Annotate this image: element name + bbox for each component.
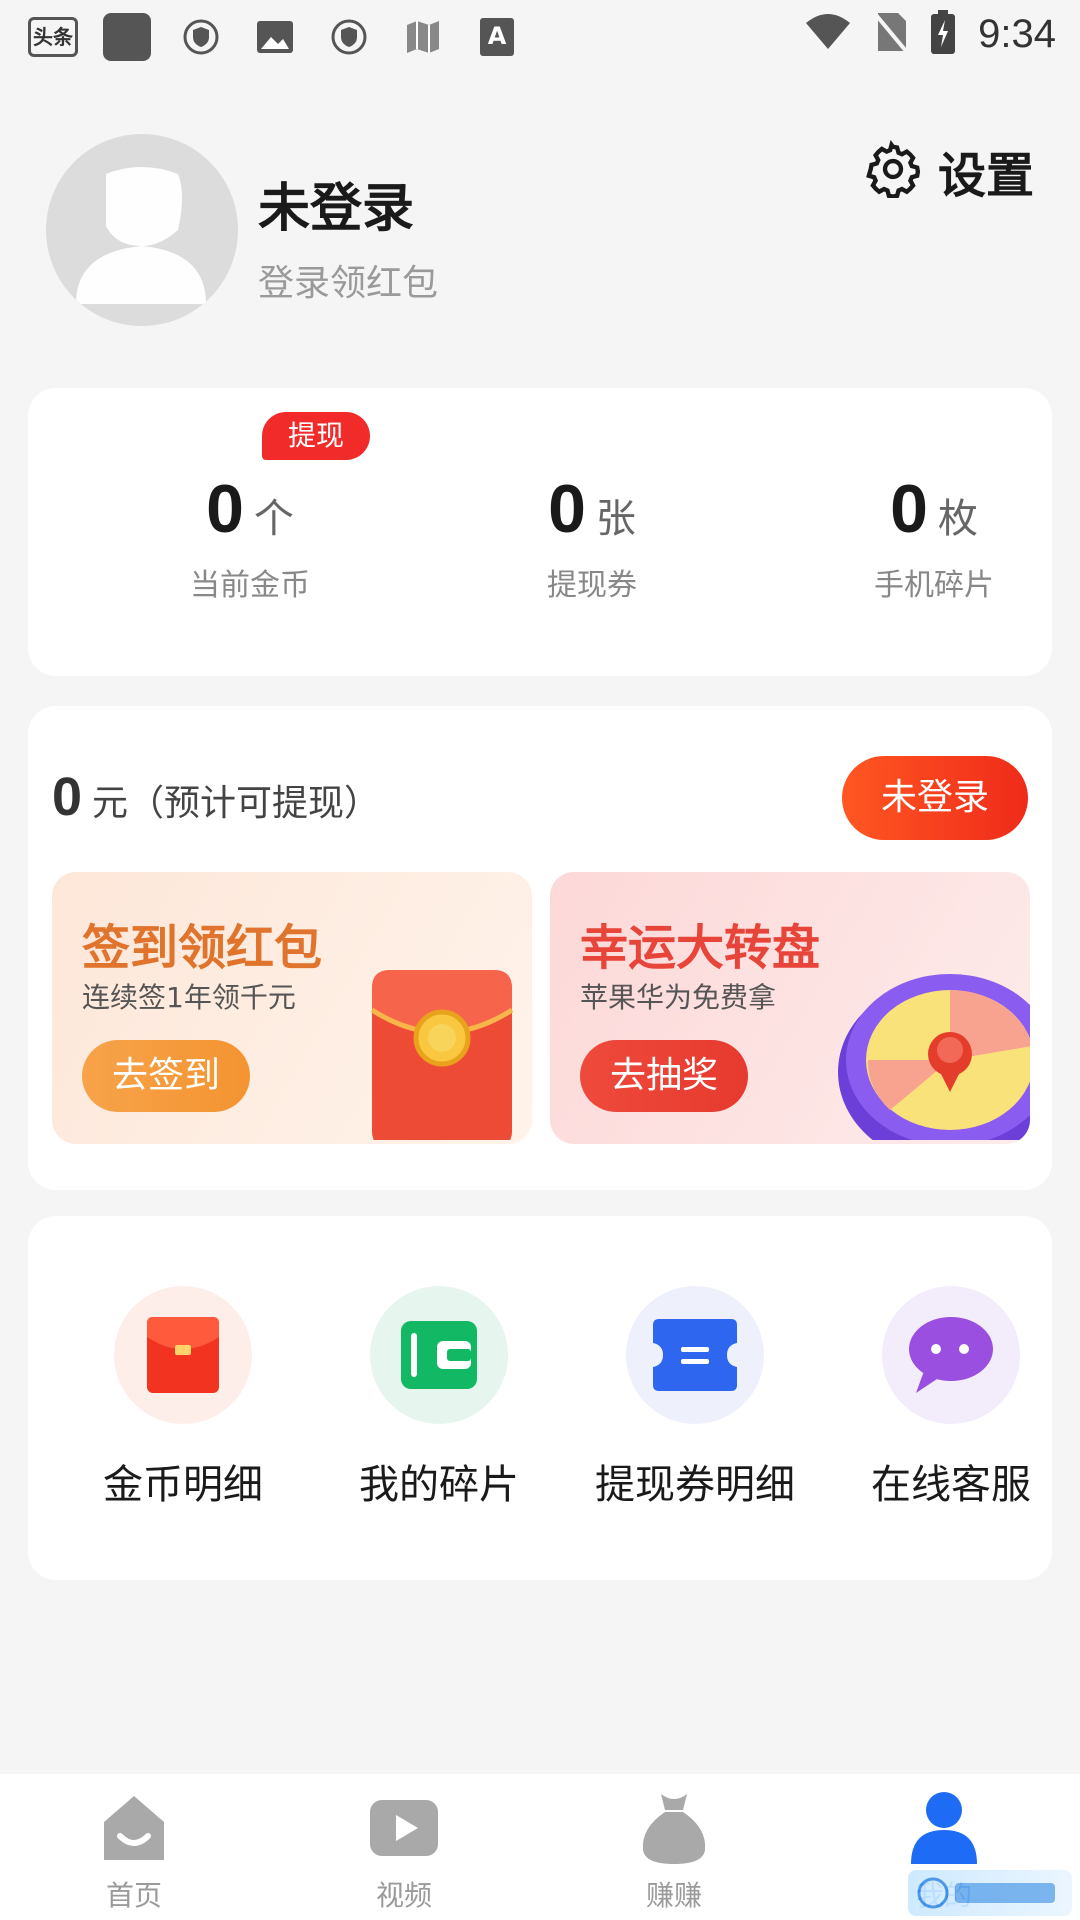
chat-icon xyxy=(882,1286,1020,1424)
login-hint[interactable]: 登录领红包 xyxy=(258,254,438,306)
nav-home[interactable]: 首页 xyxy=(54,1790,214,1914)
font-icon: A xyxy=(472,12,522,62)
nav-earn[interactable]: 赚赚 xyxy=(594,1790,754,1914)
lucky-wheel-promo[interactable]: 幸运大转盘 苹果华为免费拿 去抽奖 xyxy=(550,872,1030,1144)
watermark-logo xyxy=(908,1870,1072,1916)
status-bar: 头条 A 9:34 xyxy=(0,0,1080,76)
earnings-amount: 0 xyxy=(52,767,83,827)
coin-details-item[interactable]: 金币明细 xyxy=(58,1286,308,1510)
wallet-icon xyxy=(370,1286,508,1424)
feature-label: 在线客服 xyxy=(871,1462,1031,1508)
battery-charging-icon xyxy=(930,10,956,58)
ticket-icon xyxy=(626,1286,764,1424)
my-fragments-item[interactable]: 我的碎片 xyxy=(314,1286,564,1510)
feature-label: 提现券明细 xyxy=(595,1462,795,1508)
feature-label: 我的碎片 xyxy=(359,1462,519,1508)
nav-label: 视频 xyxy=(375,1879,432,1912)
toutiao-icon: 头条 xyxy=(28,12,78,62)
app-square-icon xyxy=(102,12,152,62)
user-icon xyxy=(864,1790,1024,1866)
stat-value: 0 xyxy=(890,471,928,547)
stat-value: 0 xyxy=(206,471,244,547)
bottom-nav: 首页 视频 赚赚 我的 xyxy=(0,1774,1080,1920)
earnings-card: 0 元（预计可提现） 未登录 签到领红包 连续签1年领千元 去签到 幸运大转盘 … xyxy=(28,706,1052,1190)
home-icon xyxy=(54,1790,214,1866)
no-sim-icon xyxy=(874,11,908,57)
wifi-icon xyxy=(804,13,852,55)
gallery-icon xyxy=(250,12,300,62)
shield-icon xyxy=(176,12,226,62)
voucher-details-item[interactable]: 提现券明细 xyxy=(570,1286,820,1510)
username[interactable]: 未登录 xyxy=(258,166,414,241)
promo-subtitle: 苹果华为免费拿 xyxy=(580,981,777,1014)
promo-title: 幸运大转盘 xyxy=(580,920,821,976)
promo-title: 签到领红包 xyxy=(82,920,323,976)
sign-in-promo[interactable]: 签到领红包 连续签1年领千元 去签到 xyxy=(52,872,532,1144)
status-bar-system: 9:34 xyxy=(804,10,1056,58)
money-bag-icon xyxy=(594,1790,754,1866)
withdraw-badge[interactable]: 提现 xyxy=(262,412,370,460)
nav-video[interactable]: 视频 xyxy=(324,1790,484,1914)
stats-card: 提现 0 个 当前金币 0 张 提现券 0 枚 手机碎片 xyxy=(28,388,1052,676)
feature-grid: 金币明细 我的碎片 提现券明细 在线客服 xyxy=(28,1216,1052,1580)
clock: 9:34 xyxy=(978,11,1056,56)
video-icon xyxy=(324,1790,484,1866)
customer-service-item[interactable]: 在线客服 xyxy=(826,1286,1076,1510)
nav-label: 赚赚 xyxy=(645,1879,702,1912)
login-button[interactable]: 未登录 xyxy=(842,756,1028,840)
gear-icon xyxy=(864,139,922,202)
stat-label: 当前金币 xyxy=(190,568,310,603)
stat-unit: 枚 xyxy=(937,496,978,542)
red-envelope-icon xyxy=(114,1286,252,1424)
prize-wheel-illustration xyxy=(810,950,1030,1144)
earnings-text: 元（预计可提现） xyxy=(92,783,381,824)
estimated-withdrawal: 0 元（预计可提现） xyxy=(52,766,380,828)
map-icon xyxy=(398,12,448,62)
avatar[interactable] xyxy=(46,134,238,326)
lottery-button[interactable]: 去抽奖 xyxy=(580,1040,748,1112)
stat-label: 提现券 xyxy=(547,568,637,603)
settings-label: 设置 xyxy=(937,148,1034,204)
stat-unit: 个 xyxy=(253,496,294,542)
status-bar-notifications: 头条 A xyxy=(28,12,522,62)
settings-button[interactable]: 设置 xyxy=(864,136,1034,206)
feature-label: 金币明细 xyxy=(103,1462,263,1508)
stat-value: 0 xyxy=(548,471,586,547)
red-envelope-illustration xyxy=(352,950,532,1144)
shield-icon xyxy=(324,12,374,62)
nav-label: 首页 xyxy=(105,1879,162,1912)
stat-unit: 张 xyxy=(595,496,636,542)
sign-in-button[interactable]: 去签到 xyxy=(82,1040,250,1112)
stat-label: 手机碎片 xyxy=(874,568,994,603)
promo-subtitle: 连续签1年领千元 xyxy=(82,981,296,1014)
